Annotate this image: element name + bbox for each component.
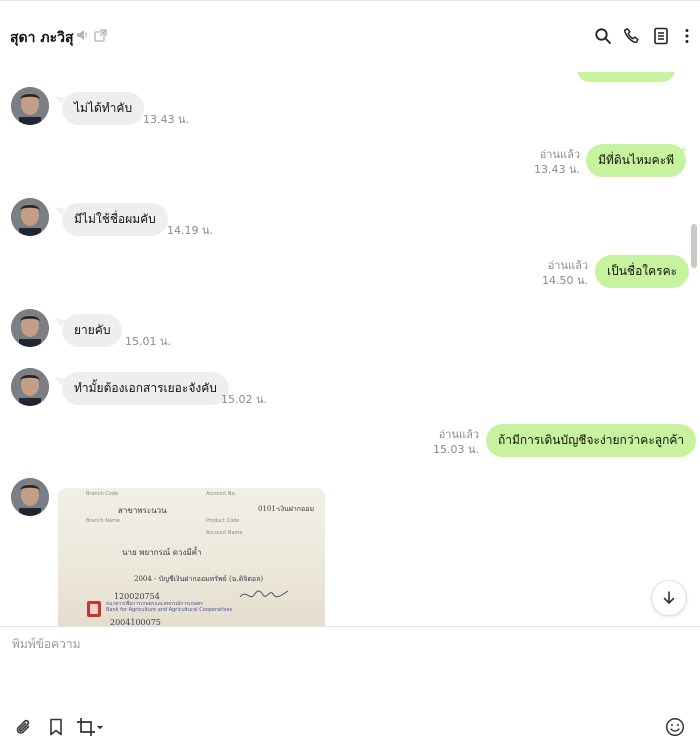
message-meta: อ่านแล้ว 13.43 น. (534, 147, 580, 177)
message-bubble[interactable]: ไม่ได้ทำคับ (62, 92, 145, 125)
avatar[interactable] (11, 368, 49, 406)
message-meta: อ่านแล้ว 14.50 น. (542, 258, 588, 288)
photo-text: 2004 - บัญชีเงินฝากออมทรัพย์ (ฉ.ดิจิตอล) (134, 575, 264, 583)
message-time: 15.03 น. (432, 443, 479, 456)
message-bubble[interactable]: ยายคับ (62, 314, 123, 347)
phone-icon[interactable] (623, 27, 641, 45)
scroll-to-bottom-button[interactable] (651, 580, 687, 616)
photo-caption-text: Account Name (206, 530, 243, 536)
bank-logo-icon (87, 601, 101, 617)
message-bubble[interactable]: มีไม่ใช้ชื่อผมคับ (62, 203, 168, 236)
bubble-tail (676, 428, 686, 436)
bubble-tail (676, 148, 686, 156)
notes-icon[interactable] (652, 27, 670, 45)
contact-name[interactable]: สุดา ภะวิสุ (10, 27, 74, 49)
signature-icon (239, 590, 289, 598)
photo-text: นาย พยากรณ์ ดวงมีค้ำ (122, 548, 202, 557)
message-time: 15.01 น. (125, 335, 172, 348)
photo-text: 0101-เงินฝากออม (258, 505, 315, 513)
message-composer (0, 626, 700, 741)
avatar[interactable] (11, 87, 49, 125)
crop-icon[interactable] (76, 717, 96, 737)
message-time: 13.43 น. (143, 113, 190, 126)
photo-text: 2004100075 (110, 618, 161, 626)
photo-caption-text: Branch Code (86, 491, 119, 497)
scrollbar-thumb[interactable] (691, 224, 697, 268)
avatar[interactable] (11, 309, 49, 347)
arrow-down-icon (663, 591, 675, 604)
message-bubble[interactable]: เป็นชื่อใครคะ (595, 255, 690, 288)
message-bubble[interactable]: ถ้ามีการเดินบัญชีจะง่ายกว่าคะลูกค้า (486, 424, 697, 457)
photo-caption-text: Branch Name (86, 518, 120, 524)
read-receipt: อ่านแล้ว (438, 428, 479, 441)
emoji-icon[interactable] (665, 717, 685, 737)
message-list[interactable]: ไม่ได้ทำคับ 13.43 น. อ่านแล้ว 13.43 น. ม… (0, 72, 700, 626)
paperclip-icon[interactable] (14, 717, 34, 737)
read-receipt: อ่านแล้ว (539, 148, 580, 161)
chat-header: สุดา ภะวิสุ (0, 0, 700, 72)
more-options-icon[interactable] (678, 27, 696, 45)
message-input[interactable] (12, 635, 682, 705)
external-window-icon[interactable] (94, 29, 107, 42)
message-time: 14.19 น. (167, 224, 214, 237)
message-time: 15.02 น. (221, 393, 268, 406)
avatar[interactable] (11, 478, 49, 516)
read-receipt: อ่านแล้ว (547, 259, 588, 272)
speaker-muted-icon[interactable] (75, 28, 89, 42)
message-bubble[interactable]: ทำมั้ยต้องเอกสารเยอะจังคับ (62, 372, 229, 405)
bookmark-icon[interactable] (46, 717, 66, 737)
previous-message-bubble[interactable] (577, 72, 675, 82)
message-meta: อ่านแล้ว 15.03 น. (433, 427, 479, 457)
bubble-tail (676, 259, 686, 267)
photo-text: สาขาพระนวน (118, 506, 167, 515)
photo-message[interactable]: Branch Code Account No. สาขาพระนวน 0101-… (58, 488, 325, 626)
photo-caption-text: Product Code (206, 518, 240, 524)
photo-caption-text: Bank for Agriculture and Agricultural Co… (106, 607, 233, 613)
message-time: 14.50 น. (541, 274, 588, 287)
search-icon[interactable] (594, 27, 612, 45)
message-bubble[interactable]: มีที่ดินไหมคะพี (586, 144, 687, 177)
chevron-down-icon[interactable] (96, 717, 104, 737)
message-time: 13.43 น. (533, 163, 580, 176)
photo-caption-text: Account No. (206, 491, 237, 497)
avatar[interactable] (11, 198, 49, 236)
